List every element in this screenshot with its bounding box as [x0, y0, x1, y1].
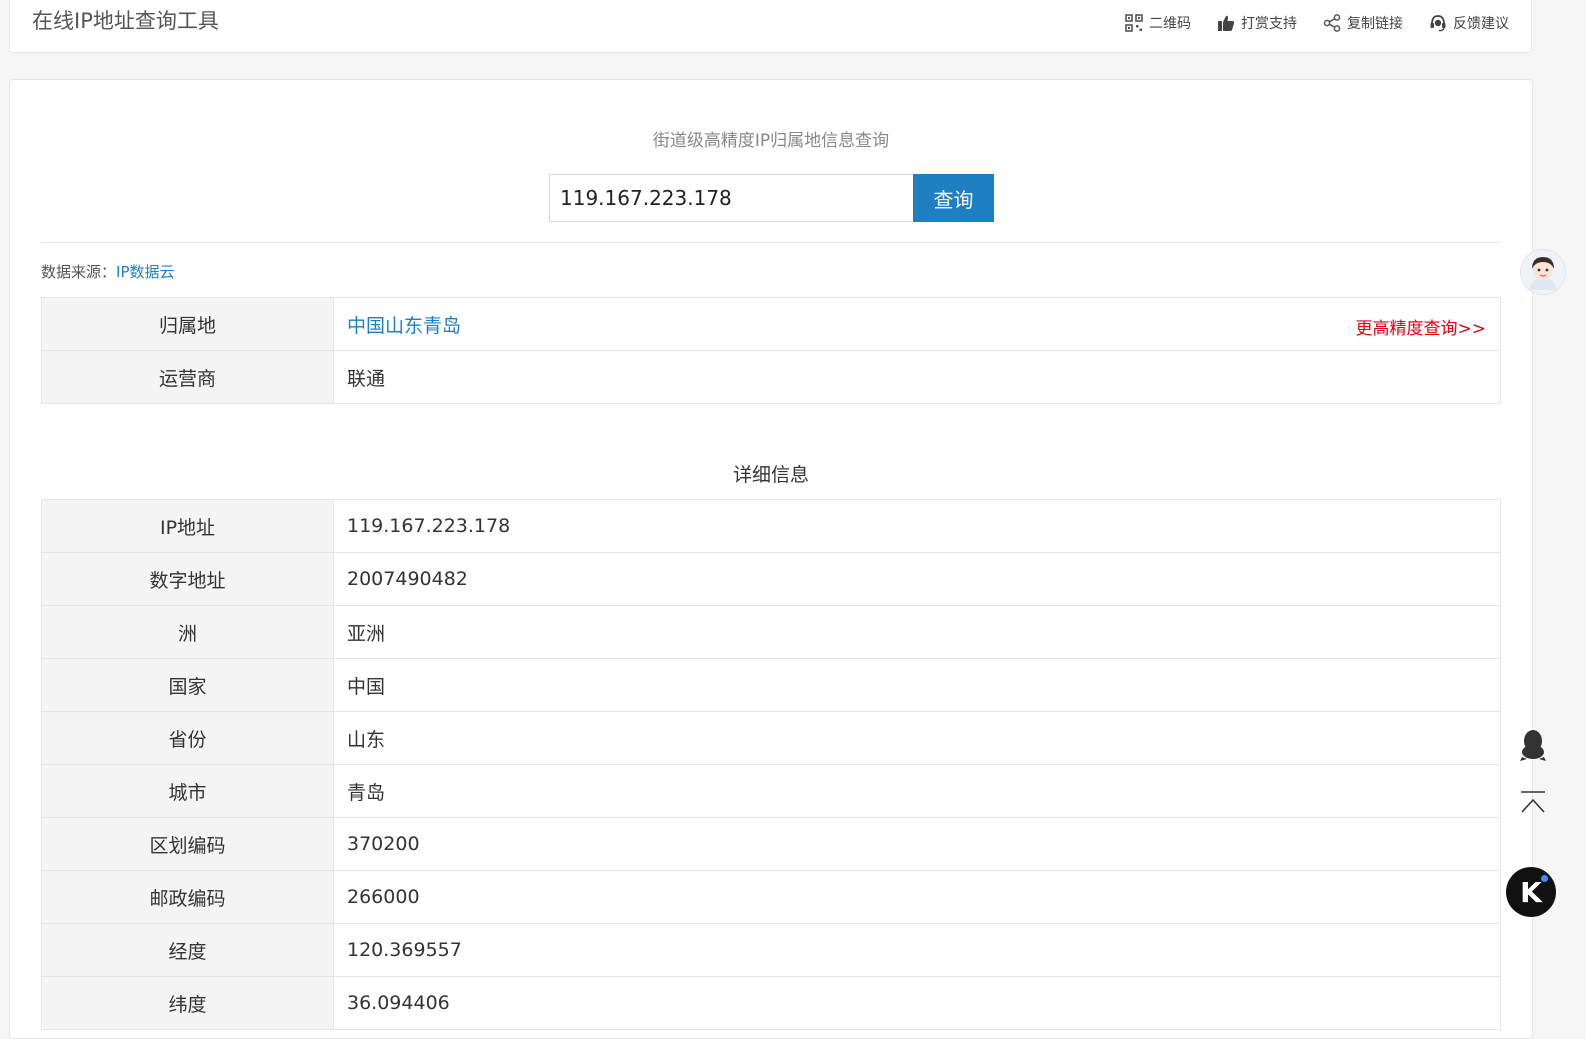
tip-label: 打赏支持 — [1241, 16, 1297, 32]
query-button[interactable]: 查询 — [913, 174, 994, 222]
thumbs-up-icon — [1218, 15, 1235, 31]
details-table: IP地址 119.167.223.178 数字地址 2007490482 洲亚洲 国… — [41, 499, 1501, 1030]
higher-precision-link[interactable]: 更高精度查询>> — [1356, 314, 1487, 339]
table-row: 运营商 联通 — [41, 350, 1501, 404]
detail-value: 119.167.223.178 — [333, 499, 1501, 553]
detail-value: 370200 — [333, 817, 1501, 871]
table-row: IP地址 119.167.223.178 — [41, 499, 1501, 553]
ip-search-input[interactable] — [549, 174, 912, 222]
location-link[interactable]: 中国山东青岛 — [347, 315, 461, 337]
detail-key: 国家 — [41, 658, 334, 712]
isp-value: 联通 — [333, 350, 1501, 404]
data-source-link[interactable]: IP数据云 — [116, 263, 174, 281]
detail-key: 经度 — [41, 923, 334, 977]
table-row: 纬度 36.094406 — [41, 976, 1501, 1030]
tip-button[interactable]: 打赏支持 — [1217, 13, 1297, 33]
detail-value: 中国 — [333, 658, 1501, 712]
feedback-label: 反馈建议 — [1453, 16, 1509, 32]
divider — [41, 242, 1501, 243]
detail-key: IP地址 — [41, 499, 334, 553]
details-title: 详细信息 — [732, 464, 809, 486]
back-to-top-icon[interactable] — [1519, 789, 1547, 815]
detail-value: 山东 — [333, 711, 1501, 765]
k-app-button[interactable]: K — [1506, 867, 1556, 917]
table-row: 归属地 中国山东青岛 更高精度查询>> — [41, 297, 1501, 351]
detail-key: 城市 — [41, 764, 334, 818]
share-icon — [1323, 14, 1341, 32]
qrcode-icon — [1125, 14, 1143, 32]
table-row: 国家 中国 — [41, 658, 1501, 712]
table-row: 经度 120.369557 — [41, 923, 1501, 977]
detail-key: 邮政编码 — [41, 870, 334, 924]
qq-icon[interactable] — [1518, 728, 1548, 762]
copy-link-label: 复制链接 — [1347, 16, 1403, 32]
detail-key: 区划编码 — [41, 817, 334, 871]
detail-value: 青岛 — [333, 764, 1501, 818]
detail-key: 省份 — [41, 711, 334, 765]
location-key: 归属地 — [41, 297, 334, 351]
page-title: 在线IP地址查询工具 — [32, 9, 219, 33]
detail-value: 2007490482 — [333, 552, 1501, 606]
qrcode-button[interactable]: 二维码 — [1125, 13, 1191, 33]
qrcode-label: 二维码 — [1149, 16, 1191, 32]
table-row: 数字地址 2007490482 — [41, 552, 1501, 606]
headset-icon — [1430, 15, 1446, 32]
data-source: 数据来源：IP数据云 — [41, 261, 175, 282]
table-row: 城市 青岛 — [41, 764, 1501, 818]
detail-value: 120.369557 — [333, 923, 1501, 977]
header-bar: 在线IP地址查询工具 二维码 打赏支持 复制链接 反馈建议 — [9, 0, 1532, 53]
table-row: 邮政编码 266000 — [41, 870, 1501, 924]
detail-key: 数字地址 — [41, 552, 334, 606]
avatar-icon — [1521, 250, 1565, 294]
data-source-label: 数据来源： — [41, 263, 117, 281]
detail-value: 亚洲 — [333, 605, 1501, 659]
detail-value: 266000 — [333, 870, 1501, 924]
table-row: 省份 山东 — [41, 711, 1501, 765]
location-cell: 中国山东青岛 更高精度查询>> — [333, 297, 1501, 351]
summary-table: 归属地 中国山东青岛 更高精度查询>> 运营商 联通 — [41, 297, 1501, 404]
detail-value: 36.094406 — [333, 976, 1501, 1030]
main-card: 街道级高精度IP归属地信息查询 查询 数据来源：IP数据云 归属地 中国山东青岛… — [9, 79, 1533, 1039]
detail-key: 纬度 — [41, 976, 334, 1030]
toolbar: 二维码 打赏支持 复制链接 反馈建议 — [1125, 13, 1509, 33]
notification-dot — [1541, 875, 1548, 882]
feedback-button[interactable]: 反馈建议 — [1429, 13, 1509, 33]
copy-link-button[interactable]: 复制链接 — [1323, 13, 1403, 33]
k-letter: K — [1520, 875, 1542, 909]
search-subtitle: 街道级高精度IP归属地信息查询 — [652, 131, 890, 151]
detail-key: 洲 — [41, 605, 334, 659]
customer-service-avatar[interactable] — [1520, 249, 1566, 295]
table-row: 洲亚洲 — [41, 605, 1501, 659]
isp-key: 运营商 — [41, 350, 334, 404]
table-row: 区划编码 370200 — [41, 817, 1501, 871]
